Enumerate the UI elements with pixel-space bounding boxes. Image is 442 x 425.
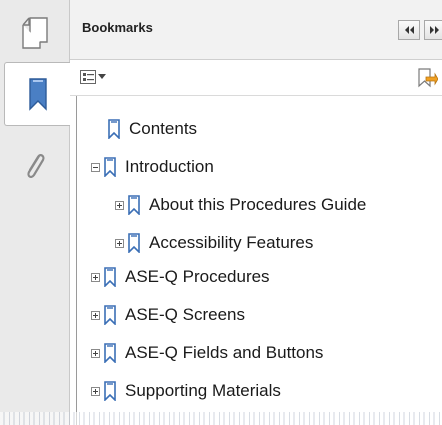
pages-icon (22, 17, 48, 49)
new-bookmark-button[interactable] (416, 67, 439, 94)
bookmarks-panel-header: Bookmarks (70, 0, 442, 60)
expand-toggle-icon[interactable] (115, 200, 124, 210)
bookmark-item-introduction[interactable]: Introduction (91, 154, 214, 180)
double-right-arrow-icon (430, 26, 439, 34)
bookmark-label: Introduction (125, 157, 214, 176)
bookmark-item-supporting-materials[interactable]: Supporting Materials (91, 378, 281, 404)
bookmark-icon (128, 233, 140, 253)
expand-toggle-icon[interactable] (91, 386, 100, 396)
panel-title: Bookmarks (82, 20, 153, 35)
expand-panel-button[interactable] (424, 20, 442, 40)
bookmark-tree: Contents Introduction About this Procedu… (70, 96, 442, 425)
chevron-down-icon (98, 74, 106, 79)
bookmark-icon (108, 119, 120, 139)
expand-toggle-icon[interactable] (91, 272, 100, 282)
bookmark-label: ASE-Q Fields and Buttons (125, 343, 324, 362)
bookmark-tree-list: Contents Introduction About this Procedu… (76, 96, 442, 425)
attachments-icon (27, 154, 45, 178)
double-left-arrow-icon (405, 26, 414, 34)
expand-toggle-icon[interactable] (115, 238, 124, 248)
collapse-panel-button[interactable] (398, 20, 420, 40)
bookmarks-panel-button[interactable] (4, 62, 71, 126)
pages-panel-button[interactable] (8, 8, 62, 58)
bookmark-item-ase-q-procedures[interactable]: ASE-Q Procedures (91, 264, 270, 290)
bookmarks-toolbar (70, 60, 442, 96)
bookmark-item-accessibility-features[interactable]: Accessibility Features (115, 230, 313, 256)
bookmark-label: About this Procedures Guide (149, 195, 367, 214)
bookmark-icon (104, 343, 116, 363)
bookmark-item-ase-q-screens[interactable]: ASE-Q Screens (91, 302, 245, 328)
bookmark-icon (128, 195, 140, 215)
bookmark-label: Contents (129, 119, 198, 138)
bookmark-item-ase-q-fields-and-buttons[interactable]: ASE-Q Fields and Buttons (91, 340, 323, 366)
bookmark-label: ASE-Q Procedures (125, 267, 270, 286)
bookmark-icon (104, 381, 116, 401)
bookmarks-icon (29, 78, 47, 111)
options-menu-icon (80, 70, 96, 84)
attachments-panel-button[interactable] (8, 142, 62, 192)
bookmark-label: Supporting Materials (125, 381, 281, 400)
options-menu-button[interactable] (80, 70, 106, 84)
expand-toggle-icon[interactable] (91, 310, 100, 320)
bookmark-icon (104, 267, 116, 287)
expand-toggle-icon[interactable] (91, 348, 100, 358)
bookmark-label: ASE-Q Screens (125, 305, 245, 324)
bookmark-icon (104, 305, 116, 325)
bookmark-icon (104, 157, 116, 177)
torn-edge-artifact (0, 412, 442, 425)
bookmark-item-contents[interactable]: Contents (107, 116, 197, 142)
bookmark-label: Accessibility Features (149, 233, 314, 252)
new-bookmark-icon (418, 68, 439, 88)
bookmark-item-about-procedures-guide[interactable]: About this Procedures Guide (115, 192, 366, 218)
collapse-toggle-icon[interactable] (91, 162, 100, 172)
navigation-rail (0, 0, 71, 425)
